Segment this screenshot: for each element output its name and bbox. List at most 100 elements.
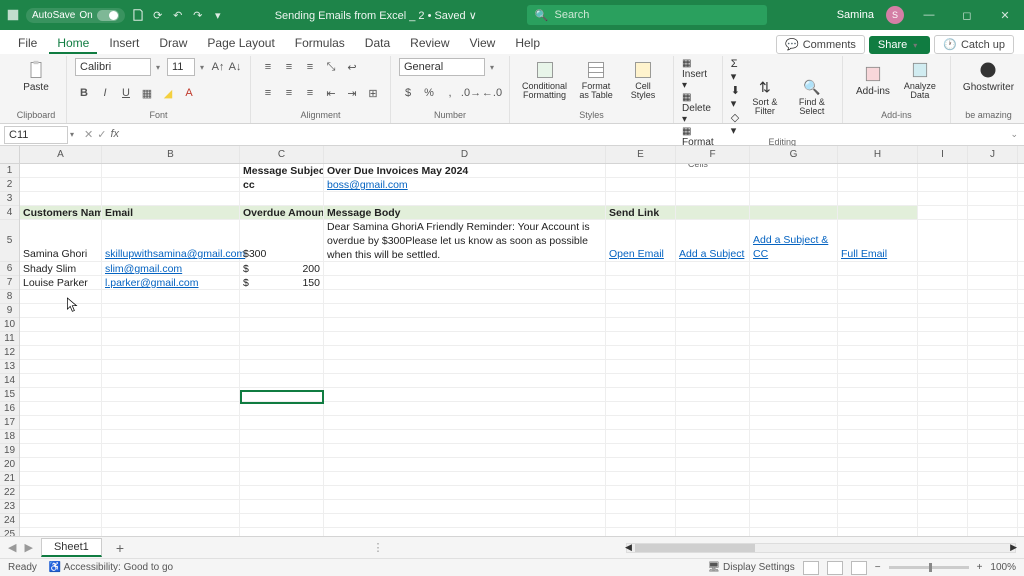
row-header[interactable]: 25 <box>0 528 19 536</box>
cell[interactable] <box>918 388 968 401</box>
namebox-dropdown-icon[interactable]: ▾ <box>70 130 78 139</box>
cell[interactable] <box>676 304 750 317</box>
cell[interactable] <box>676 388 750 401</box>
cell[interactable] <box>968 374 1018 387</box>
cell[interactable] <box>20 514 102 527</box>
find-select-button[interactable]: 🔍Find & Select <box>790 77 834 118</box>
cell[interactable] <box>750 346 838 359</box>
cell[interactable] <box>968 402 1018 415</box>
row-header[interactable]: 22 <box>0 486 19 500</box>
cell[interactable]: Samina Ghori <box>20 220 102 261</box>
cell[interactable] <box>968 514 1018 527</box>
cell[interactable] <box>102 416 240 429</box>
cell[interactable] <box>918 304 968 317</box>
cell[interactable]: $300 <box>240 220 324 261</box>
row-header[interactable]: 13 <box>0 360 19 374</box>
cell[interactable] <box>838 430 918 443</box>
row-header[interactable]: 24 <box>0 514 19 528</box>
cell[interactable] <box>324 262 606 275</box>
scroll-right-icon[interactable]: ▶ <box>1010 542 1017 553</box>
row-header[interactable]: 21 <box>0 472 19 486</box>
cell[interactable] <box>20 486 102 499</box>
format-as-table-button[interactable]: Format as Table <box>574 58 618 102</box>
cell[interactable] <box>240 514 324 527</box>
zoom-level[interactable]: 100% <box>990 562 1016 573</box>
cell[interactable] <box>324 458 606 471</box>
cell[interactable] <box>102 430 240 443</box>
cell[interactable] <box>102 528 240 536</box>
cell[interactable] <box>838 290 918 303</box>
next-sheet-icon[interactable]: ▶ <box>24 541 32 554</box>
user-name[interactable]: Samina <box>837 9 874 21</box>
cell[interactable] <box>20 290 102 303</box>
cell[interactable] <box>324 500 606 513</box>
cell[interactable] <box>750 318 838 331</box>
insert-cells-button[interactable]: ▦ Insert ▾ <box>682 58 714 91</box>
cell[interactable] <box>606 276 676 289</box>
row-header[interactable]: 3 <box>0 192 19 206</box>
row-header[interactable]: 16 <box>0 402 19 416</box>
cell[interactable] <box>676 430 750 443</box>
cell[interactable] <box>20 304 102 317</box>
cell[interactable] <box>102 178 240 191</box>
cell[interactable] <box>606 192 676 205</box>
cell[interactable] <box>750 458 838 471</box>
cell[interactable]: Shady Slim <box>20 262 102 275</box>
cell[interactable] <box>838 388 918 401</box>
cell[interactable] <box>324 486 606 499</box>
cell[interactable] <box>676 178 750 191</box>
font-size-input[interactable]: 11 <box>167 58 195 76</box>
accounting-icon[interactable]: $ <box>399 84 417 102</box>
cell[interactable] <box>676 514 750 527</box>
select-all-corner[interactable] <box>0 146 19 164</box>
cell[interactable] <box>838 486 918 499</box>
cell[interactable] <box>838 318 918 331</box>
cell[interactable] <box>606 402 676 415</box>
cell[interactable] <box>968 318 1018 331</box>
cell[interactable]: Add a Subject & CC <box>750 220 838 261</box>
fill-button[interactable]: ⬇ ▾ <box>731 84 740 110</box>
col-header[interactable]: J <box>968 146 1018 163</box>
cell[interactable] <box>968 416 1018 429</box>
cell[interactable]: cc <box>240 178 324 191</box>
cell[interactable] <box>676 528 750 536</box>
cell[interactable] <box>240 472 324 485</box>
cell[interactable] <box>918 374 968 387</box>
cell-styles-button[interactable]: Cell Styles <box>621 58 665 102</box>
cell[interactable] <box>102 360 240 373</box>
tab-home[interactable]: Home <box>49 32 97 54</box>
cell[interactable] <box>838 528 918 536</box>
cell[interactable] <box>676 360 750 373</box>
cell[interactable] <box>240 388 324 401</box>
decrease-indent-icon[interactable]: ⇤ <box>322 84 340 102</box>
cell[interactable] <box>968 304 1018 317</box>
cell[interactable] <box>20 472 102 485</box>
cell[interactable] <box>20 178 102 191</box>
row-header[interactable]: 19 <box>0 444 19 458</box>
tab-formulas[interactable]: Formulas <box>287 32 353 54</box>
cell[interactable] <box>606 360 676 373</box>
cell[interactable] <box>676 206 750 219</box>
row-header[interactable]: 7 <box>0 276 19 290</box>
cell[interactable] <box>968 444 1018 457</box>
cell[interactable] <box>324 514 606 527</box>
cell[interactable] <box>102 374 240 387</box>
cell[interactable]: Over Due Invoices May 2024 <box>324 164 606 177</box>
cell[interactable] <box>838 500 918 513</box>
row-header[interactable]: 18 <box>0 430 19 444</box>
align-bottom-icon[interactable]: ≡ <box>301 58 319 76</box>
spreadsheet-grid[interactable]: 1 2 3 4 5 6 7 8 9 10 11 12 13 14 15 16 1… <box>0 146 1024 536</box>
row-header[interactable]: 1 <box>0 164 19 178</box>
cell[interactable] <box>918 360 968 373</box>
cell[interactable] <box>750 486 838 499</box>
col-header[interactable]: D <box>324 146 606 163</box>
row-header[interactable]: 9 <box>0 304 19 318</box>
cell[interactable] <box>20 388 102 401</box>
cell[interactable] <box>918 444 968 457</box>
cell[interactable] <box>838 192 918 205</box>
cell[interactable] <box>968 360 1018 373</box>
cell[interactable] <box>324 374 606 387</box>
tab-insert[interactable]: Insert <box>101 32 147 54</box>
cell[interactable] <box>918 402 968 415</box>
cell[interactable] <box>968 346 1018 359</box>
